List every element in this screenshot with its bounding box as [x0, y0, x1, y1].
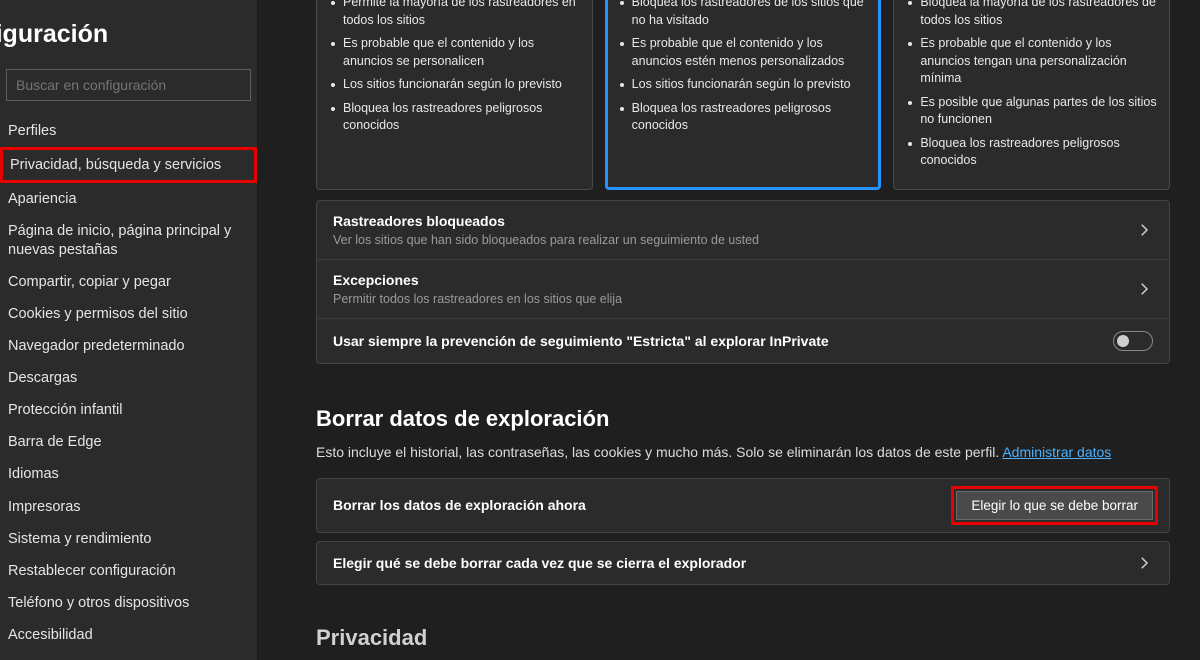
- tracking-card-bullet: Es probable que el contenido y los anunc…: [329, 32, 580, 73]
- nav-list: PerfilesPrivacidad, búsqueda y servicios…: [0, 115, 257, 651]
- exceptions-row[interactable]: Excepciones Permitir todos los rastreado…: [317, 260, 1169, 319]
- exceptions-title: Excepciones: [333, 272, 1135, 288]
- tracking-card-list: Bloquea los rastreadores de los sitios q…: [618, 0, 869, 138]
- clear-now-row: Borrar los datos de exploración ahora El…: [317, 479, 1169, 532]
- sidebar-item-0[interactable]: Perfiles: [0, 115, 257, 147]
- chevron-right-icon: [1135, 221, 1153, 239]
- tracking-card-bullet: Es posible que algunas partes de los sit…: [906, 91, 1157, 132]
- clear-now-section: Borrar los datos de exploración ahora El…: [316, 478, 1170, 533]
- tracking-card-bullet: Bloquea los rastreadores peligrosos cono…: [906, 132, 1157, 173]
- choose-what-to-clear-button[interactable]: Elegir lo que se debe borrar: [956, 491, 1153, 520]
- toggle-knob: [1117, 335, 1129, 347]
- tracking-card-1[interactable]: Bloquea los rastreadores de los sitios q…: [605, 0, 882, 190]
- tracking-card-bullet: Bloquea la mayoría de los rastreadores d…: [906, 0, 1157, 32]
- clear-data-desc-text: Esto incluye el historial, las contraseñ…: [316, 444, 1002, 460]
- clear-data-heading: Borrar datos de exploración: [316, 406, 1170, 432]
- privacy-heading: Privacidad: [316, 625, 1170, 651]
- page-title: nfiguración: [0, 14, 257, 65]
- tracking-card-list: Permite la mayoría de los rastreadores e…: [329, 0, 580, 138]
- sidebar-item-5[interactable]: Cookies y permisos del sitio: [0, 298, 257, 330]
- sidebar-item-15[interactable]: Accesibilidad: [0, 619, 257, 651]
- sidebar-item-11[interactable]: Impresoras: [0, 491, 257, 523]
- chevron-right-icon: [1135, 554, 1153, 572]
- tracking-card-bullet: Bloquea los rastreadores peligrosos cono…: [618, 97, 869, 138]
- tracking-card-bullet: Permite la mayoría de los rastreadores e…: [329, 0, 580, 32]
- blocked-trackers-row[interactable]: Rastreadores bloqueados Ver los sitios q…: [317, 201, 1169, 260]
- tracking-card-bullet: Los sitios funcionarán según lo previsto: [329, 73, 580, 97]
- blocked-trackers-title: Rastreadores bloqueados: [333, 213, 1135, 229]
- clear-now-title: Borrar los datos de exploración ahora: [333, 497, 956, 513]
- sidebar-item-1[interactable]: Privacidad, búsqueda y servicios: [0, 147, 257, 183]
- search-input[interactable]: [6, 69, 251, 101]
- inprivate-toggle[interactable]: [1113, 331, 1153, 351]
- sidebar-item-14[interactable]: Teléfono y otros dispositivos: [0, 587, 257, 619]
- sidebar-item-10[interactable]: Idiomas: [0, 458, 257, 490]
- manage-data-link[interactable]: Administrar datos: [1002, 444, 1111, 460]
- tracking-card-bullet: Bloquea los rastreadores peligrosos cono…: [329, 97, 580, 138]
- search-container: [6, 69, 251, 101]
- tracking-card-bullet: Es probable que el contenido y los anunc…: [618, 32, 869, 73]
- sidebar-item-12[interactable]: Sistema y rendimiento: [0, 523, 257, 555]
- main-content: Permite la mayoría de los rastreadores e…: [258, 0, 1200, 660]
- clear-on-close-row[interactable]: Elegir qué se debe borrar cada vez que s…: [317, 542, 1169, 584]
- inprivate-row: Usar siempre la prevención de seguimient…: [317, 319, 1169, 363]
- sidebar-item-9[interactable]: Barra de Edge: [0, 426, 257, 458]
- tracking-cards: Permite la mayoría de los rastreadores e…: [316, 0, 1170, 190]
- chevron-right-icon: [1135, 280, 1153, 298]
- tracking-card-bullet: Los sitios funcionarán según lo previsto: [618, 73, 869, 97]
- sidebar-item-7[interactable]: Descargas: [0, 362, 257, 394]
- sidebar-item-2[interactable]: Apariencia: [0, 183, 257, 215]
- exceptions-sub: Permitir todos los rastreadores en los s…: [333, 292, 1135, 306]
- tracking-card-list: Bloquea la mayoría de los rastreadores d…: [906, 0, 1157, 173]
- tracking-settings: Rastreadores bloqueados Ver los sitios q…: [316, 200, 1170, 364]
- tracking-card-0[interactable]: Permite la mayoría de los rastreadores e…: [316, 0, 593, 190]
- clear-on-close-title: Elegir qué se debe borrar cada vez que s…: [333, 555, 1135, 571]
- sidebar-item-4[interactable]: Compartir, copiar y pegar: [0, 266, 257, 298]
- inprivate-title: Usar siempre la prevención de seguimient…: [333, 333, 1113, 349]
- settings-sidebar: nfiguración PerfilesPrivacidad, búsqueda…: [0, 0, 258, 660]
- tracking-card-bullet: Es probable que el contenido y los anunc…: [906, 32, 1157, 91]
- blocked-trackers-sub: Ver los sitios que han sido bloqueados p…: [333, 233, 1135, 247]
- sidebar-item-13[interactable]: Restablecer configuración: [0, 555, 257, 587]
- clear-on-close-section: Elegir qué se debe borrar cada vez que s…: [316, 541, 1170, 585]
- sidebar-item-6[interactable]: Navegador predeterminado: [0, 330, 257, 362]
- sidebar-item-3[interactable]: Página de inicio, página principal y nue…: [0, 215, 257, 265]
- tracking-card-bullet: Bloquea los rastreadores de los sitios q…: [618, 0, 869, 32]
- tracking-card-2[interactable]: Bloquea la mayoría de los rastreadores d…: [893, 0, 1170, 190]
- clear-data-desc: Esto incluye el historial, las contraseñ…: [316, 444, 1170, 460]
- sidebar-item-8[interactable]: Protección infantil: [0, 394, 257, 426]
